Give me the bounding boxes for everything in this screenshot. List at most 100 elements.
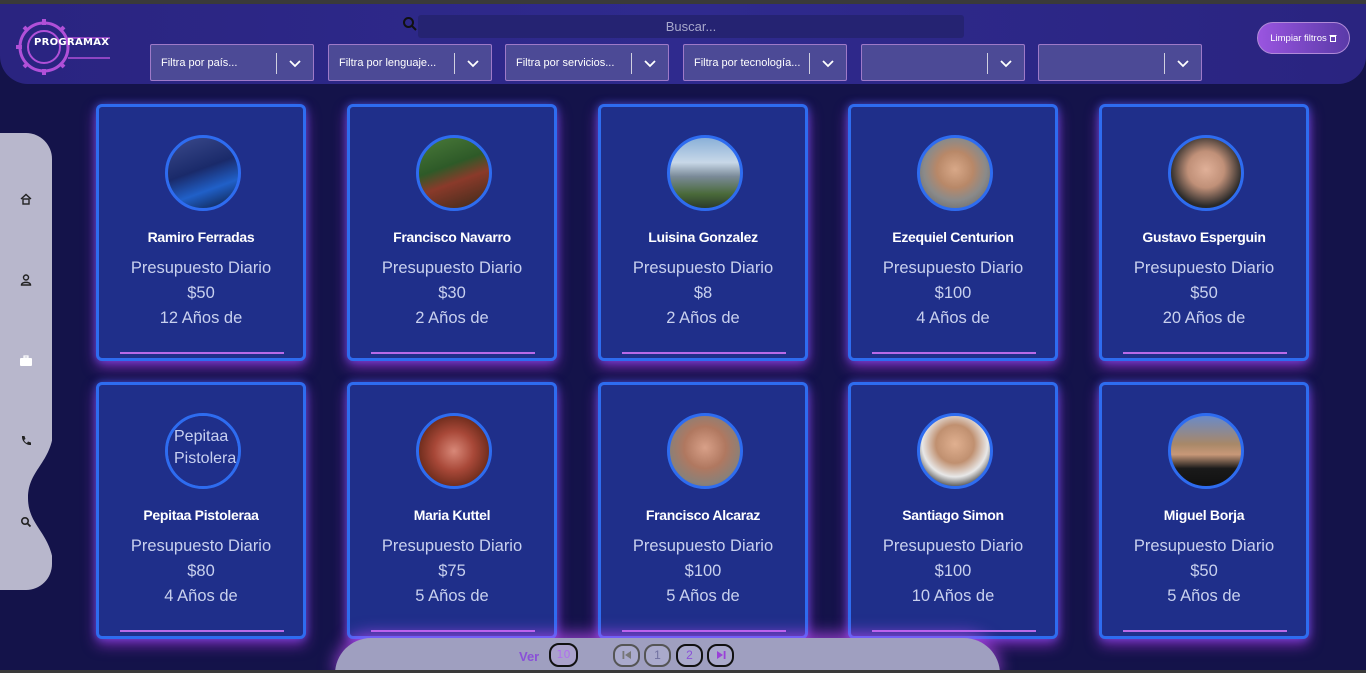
card-divider: [622, 352, 786, 354]
budget-label: Presupuesto Diario: [882, 259, 1024, 277]
budget-label: Presupuesto Diario: [381, 537, 523, 555]
avatar: [1168, 413, 1244, 489]
logo-text: PROGRAMAX: [34, 37, 110, 48]
last-page-icon: [716, 651, 725, 659]
budget-label: Presupuesto Diario: [882, 537, 1024, 555]
experience-text: 2 Años de: [666, 309, 740, 327]
filter-technology-select[interactable]: Filtra por tecnología...: [683, 44, 847, 81]
search-icon[interactable]: [402, 16, 418, 32]
budget-label: Presupuesto Diario: [632, 259, 774, 277]
filter-language-select[interactable]: Filtra por lenguaje...: [328, 44, 492, 81]
search-icon[interactable]: [18, 514, 34, 530]
filter-country-select[interactable]: Filtra por país...: [150, 44, 314, 81]
filter-separator: [454, 53, 455, 74]
trash-icon: [1329, 35, 1337, 42]
profile-name: Gustavo Esperguin: [1142, 229, 1266, 245]
avatar: [416, 413, 492, 489]
per-page-label: Ver: [519, 649, 540, 664]
pagination-bar: Ver 10 1 2: [335, 638, 1000, 673]
experience-text: 4 Años de: [164, 587, 238, 605]
profile-card[interactable]: Francisco Navarro Presupuesto Diario $30…: [347, 104, 557, 361]
clear-filters-button[interactable]: Limpiar filtros: [1257, 22, 1350, 54]
avatar: [1168, 135, 1244, 211]
per-page-select[interactable]: 10: [549, 643, 578, 667]
budget-value: $100: [934, 562, 972, 580]
avatar: [917, 413, 993, 489]
experience-text: 4 Años de: [916, 309, 990, 327]
page-button-1[interactable]: 1: [644, 644, 671, 667]
experience-text: 20 Años de: [1162, 309, 1246, 327]
profile-card[interactable]: Luisina Gonzalez Presupuesto Diario $8 2…: [598, 104, 808, 361]
profile-card[interactable]: Maria Kuttel Presupuesto Diario $75 5 Añ…: [347, 382, 557, 639]
search-input[interactable]: [418, 15, 964, 38]
filter-services-select[interactable]: Filtra por servicios...: [505, 44, 669, 81]
card-divider: [371, 630, 535, 632]
profile-name: Francisco Alcaraz: [645, 507, 761, 523]
profile-name: Ramiro Ferradas: [147, 229, 255, 245]
avatar: Pepitaa Pistolera: [165, 413, 241, 489]
profile-card[interactable]: Ezequiel Centurion Presupuesto Diario $1…: [848, 104, 1058, 361]
budget-value: $30: [438, 284, 466, 302]
chevron-down-icon: [1000, 60, 1012, 68]
profile-card[interactable]: Pepitaa Pistolera Pepitaa Pistoleraa Pre…: [96, 382, 306, 639]
avatar: [165, 135, 241, 211]
card-divider: [120, 630, 284, 632]
profile-card[interactable]: Gustavo Esperguin Presupuesto Diario $50…: [1099, 104, 1309, 361]
budget-value: $8: [693, 284, 713, 302]
filter-label: Filtra por tecnología...: [694, 57, 801, 69]
card-divider: [872, 630, 1036, 632]
briefcase-icon[interactable]: [18, 353, 34, 369]
filter-separator: [631, 53, 632, 74]
page-button-2[interactable]: 2: [676, 644, 703, 667]
budget-value: $80: [187, 562, 215, 580]
profile-card[interactable]: Ramiro Ferradas Presupuesto Diario $50 1…: [96, 104, 306, 361]
avatar: [917, 135, 993, 211]
sidebar-nav: [0, 133, 54, 590]
last-page-button[interactable]: [707, 644, 734, 667]
profile-name: Miguel Borja: [1163, 507, 1245, 523]
budget-label: Presupuesto Diario: [1133, 259, 1275, 277]
experience-text: 10 Años de: [911, 587, 995, 605]
profile-card[interactable]: Santiago Simon Presupuesto Diario $100 1…: [848, 382, 1058, 639]
budget-label: Presupuesto Diario: [1133, 537, 1275, 555]
profile-name: Santiago Simon: [902, 507, 1004, 523]
avatar-alt-text: Pepitaa Pistolera: [168, 416, 238, 486]
experience-text: 2 Años de: [415, 309, 489, 327]
profile-name: Francisco Navarro: [393, 229, 511, 245]
chevron-down-icon: [644, 60, 656, 68]
card-divider: [1123, 352, 1287, 354]
budget-value: $100: [934, 284, 972, 302]
profile-name: Luisina Gonzalez: [648, 229, 758, 245]
card-divider: [622, 630, 786, 632]
filter-separator: [1164, 53, 1165, 74]
budget-value: $50: [187, 284, 215, 302]
first-page-button[interactable]: [613, 644, 640, 667]
filter-label: Filtra por lenguaje...: [339, 57, 437, 69]
card-divider: [371, 352, 535, 354]
profile-card[interactable]: Miguel Borja Presupuesto Diario $50 5 Añ…: [1099, 382, 1309, 639]
profile-card[interactable]: Francisco Alcaraz Presupuesto Diario $10…: [598, 382, 808, 639]
phone-icon[interactable]: [18, 433, 34, 449]
chevron-down-icon: [1177, 60, 1189, 68]
card-divider: [120, 352, 284, 354]
profile-name: Pepitaa Pistoleraa: [143, 507, 259, 523]
avatar: [416, 135, 492, 211]
filter-label: Filtra por país...: [161, 57, 238, 69]
budget-value: $50: [1190, 284, 1218, 302]
filter-label: Filtra por servicios...: [516, 57, 615, 69]
experience-text: 5 Años de: [415, 587, 489, 605]
card-divider: [1123, 630, 1287, 632]
chevron-down-icon: [822, 60, 834, 68]
budget-label: Presupuesto Diario: [632, 537, 774, 555]
filter-select-5[interactable]: [861, 44, 1025, 81]
avatar: [667, 413, 743, 489]
first-page-icon: [622, 651, 631, 659]
user-icon[interactable]: [18, 272, 34, 288]
filter-select-6[interactable]: [1038, 44, 1202, 81]
home-icon[interactable]: [18, 191, 34, 207]
budget-label: Presupuesto Diario: [381, 259, 523, 277]
experience-text: 5 Años de: [666, 587, 740, 605]
experience-text: 5 Años de: [1167, 587, 1241, 605]
budget-label: Presupuesto Diario: [130, 537, 272, 555]
budget-label: Presupuesto Diario: [130, 259, 272, 277]
